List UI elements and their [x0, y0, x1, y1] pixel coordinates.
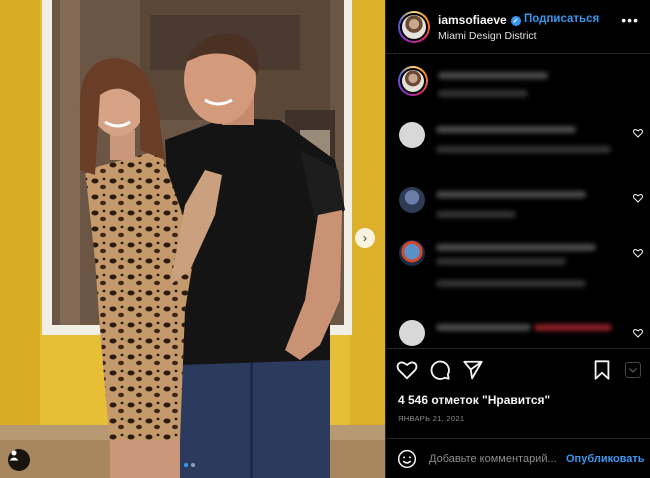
emoji-icon[interactable]	[397, 449, 417, 469]
author-username-row[interactable]: iamsofiaeve ✓	[438, 13, 521, 27]
redacted-text	[436, 191, 586, 198]
redacted-text	[436, 211, 516, 218]
post-date[interactable]: ЯНВАРЬ 21, 2021	[398, 414, 464, 423]
verified-badge-icon: ✓	[510, 16, 521, 26]
comment-bubble-icon[interactable]	[429, 359, 451, 381]
author-username[interactable]: iamsofiaeve	[438, 13, 507, 27]
follow-button[interactable]: Подписаться	[524, 13, 599, 25]
redacted-text	[438, 90, 528, 97]
instagram-post-modal: › iamsofiaeve ✓ Подписаться Miami Design …	[0, 0, 650, 478]
commenter-avatar[interactable]	[399, 187, 425, 213]
chevron-right-icon: ›	[363, 231, 367, 245]
redacted-text	[534, 324, 612, 331]
add-comment-bar: Опубликовать	[386, 438, 650, 478]
redacted-text	[436, 324, 531, 331]
carousel-dot	[191, 463, 195, 467]
redacted-text	[438, 72, 548, 79]
heart-icon[interactable]	[396, 359, 418, 381]
commenter-avatar[interactable]	[399, 240, 425, 266]
redacted-text	[436, 244, 596, 251]
likes-count[interactable]: 4 546 отметок "Нравится"	[398, 393, 550, 407]
post-action-bar	[386, 348, 650, 390]
redacted-text	[436, 280, 586, 287]
like-comment-heart-icon[interactable]	[633, 248, 643, 258]
commenter-avatar[interactable]	[399, 320, 425, 346]
like-comment-heart-icon[interactable]	[633, 328, 643, 338]
avatar-image	[400, 13, 428, 41]
post-header: iamsofiaeve ✓ Подписаться Miami Design Di…	[386, 0, 650, 54]
author-avatar[interactable]	[398, 11, 430, 43]
post-location[interactable]: Miami Design District	[438, 30, 537, 42]
redacted-text	[436, 126, 576, 133]
like-comment-heart-icon[interactable]	[633, 128, 643, 138]
avatar-image	[400, 68, 426, 94]
tagged-users-button[interactable]	[8, 449, 30, 471]
caption-avatar[interactable]	[398, 66, 428, 96]
chevron-down-icon	[629, 368, 637, 373]
send-icon[interactable]	[462, 359, 484, 381]
comment-input[interactable]	[429, 450, 561, 468]
post-side-panel: iamsofiaeve ✓ Подписаться Miami Design Di…	[385, 0, 650, 478]
bookmark-icon[interactable]	[591, 359, 613, 381]
redacted-text	[436, 146, 611, 153]
person-icon	[9, 450, 19, 461]
more-options-icon[interactable]: •••	[621, 12, 639, 28]
photo-illustration	[0, 0, 385, 478]
redacted-text	[436, 258, 566, 265]
like-comment-heart-icon[interactable]	[633, 193, 643, 203]
carousel-indicator	[184, 463, 195, 467]
publish-button[interactable]: Опубликовать	[566, 453, 645, 465]
carousel-dot-active	[184, 463, 188, 467]
commenter-avatar[interactable]	[399, 122, 425, 148]
post-photo[interactable]: ›	[0, 0, 385, 478]
carousel-next-button[interactable]: ›	[355, 228, 375, 248]
scroll-top-button[interactable]	[625, 362, 641, 378]
